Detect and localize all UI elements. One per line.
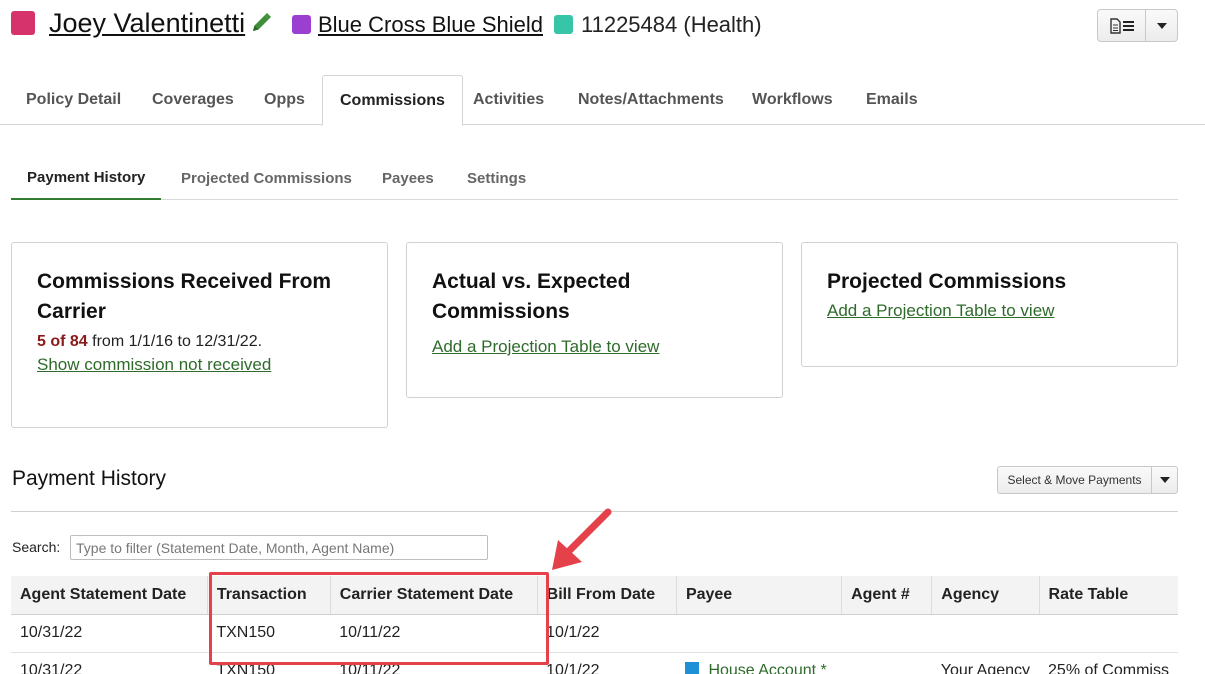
commissions-received-card: Commissions Received From Carrier 5 of 8… — [11, 242, 388, 428]
policy-actions-button-group — [1097, 9, 1178, 42]
agent-number-cell — [841, 652, 932, 674]
agent-statement-date-cell: 10/31/22 — [11, 652, 208, 674]
bill-from-date-cell: 10/1/22 — [537, 652, 677, 674]
received-count: 5 of 84 — [37, 333, 88, 350]
received-range: from 1/1/16 to 12/31/22. — [92, 333, 263, 350]
tab-coverages[interactable]: Coverages — [152, 75, 234, 125]
highlight-box — [209, 572, 549, 665]
annotation-arrow-icon — [552, 508, 612, 570]
received-summary: 5 of 84 from 1/1/16 to 12/31/22. — [37, 333, 362, 351]
pencil-icon[interactable] — [248, 10, 274, 36]
actions-dropdown-button[interactable] — [1146, 10, 1177, 41]
column-header[interactable]: Payee — [676, 576, 843, 615]
show-not-received-link[interactable]: Show commission not received — [37, 355, 271, 375]
payment-history-title: Payment History — [12, 467, 167, 490]
bill-from-date-cell: 10/1/22 — [537, 614, 677, 653]
select-move-payments-button[interactable]: Select & Move Payments — [998, 467, 1152, 493]
projected-commissions-card: Projected Commissions Add a Projection T… — [801, 242, 1178, 367]
card-title: Commissions Received From Carrier — [37, 270, 332, 323]
column-header[interactable]: Agent Statement Date — [11, 576, 208, 615]
tab-workflows[interactable]: Workflows — [752, 75, 833, 125]
select-move-payments-group: Select & Move Payments — [997, 466, 1178, 494]
payee-cell: House Account * — [676, 652, 842, 674]
table-row[interactable]: 10/31/22 TXN150 10/11/22 10/1/22 — [11, 614, 1178, 653]
policy-header: Joey Valentinetti Blue Cross Blue Shield… — [0, 0, 1205, 60]
agency-cell — [931, 614, 1040, 653]
tab-emails[interactable]: Emails — [866, 75, 918, 125]
caret-down-icon — [1159, 477, 1170, 483]
tab-policy-detail[interactable]: Policy Detail — [26, 75, 121, 125]
subtab-payment-history[interactable]: Payment History — [11, 157, 162, 200]
agency-cell: Your Agency — [931, 652, 1040, 674]
column-header[interactable]: Bill From Date — [537, 576, 677, 615]
caret-down-icon — [1156, 22, 1167, 29]
document-list-icon — [1109, 17, 1134, 34]
tab-opps[interactable]: Opps — [264, 75, 305, 125]
tab-notes-attachments[interactable]: Notes/Attachments — [578, 75, 724, 125]
payee-cell — [676, 614, 842, 653]
payee-link[interactable]: House Account * — [708, 662, 826, 674]
client-name-link[interactable]: Joey Valentinetti — [49, 8, 245, 39]
policy-color-badge — [554, 15, 573, 34]
actual-vs-expected-card: Actual vs. Expected Commissions Add a Pr… — [406, 242, 783, 398]
agent-number-cell — [841, 614, 932, 653]
policy-tabs: Policy Detail Coverages Opps Commissions… — [0, 75, 1205, 126]
rate-table-cell — [1039, 614, 1178, 653]
select-move-dropdown-button[interactable] — [1152, 467, 1177, 493]
subtab-payees[interactable]: Payees — [382, 157, 434, 199]
table-row[interactable]: 10/31/22 TXN150 10/11/22 10/1/22 House A… — [11, 652, 1178, 674]
carrier-link[interactable]: Blue Cross Blue Shield — [318, 12, 543, 38]
add-projection-table-link[interactable]: Add a Projection Table to view — [432, 337, 659, 357]
payee-color-badge — [685, 662, 700, 674]
policy-number: 11225484 (Health) — [581, 12, 762, 37]
card-title: Projected Commissions — [827, 270, 1067, 293]
actions-menu-button[interactable] — [1098, 10, 1146, 41]
column-header[interactable]: Agent # — [841, 576, 933, 615]
card-title: Actual vs. Expected Commissions — [432, 270, 631, 323]
table-header-row: Agent Statement Date Transaction Carrier… — [11, 576, 1178, 615]
subtab-projected-commissions[interactable]: Projected Commissions — [181, 157, 352, 199]
tab-activities[interactable]: Activities — [473, 75, 544, 125]
search-input[interactable] — [70, 535, 488, 560]
carrier-color-badge — [292, 15, 311, 34]
column-header[interactable]: Agency — [931, 576, 1040, 615]
commissions-subtabs: Payment History Projected Commissions Pa… — [11, 157, 1178, 200]
agent-statement-date-cell: 10/31/22 — [11, 614, 208, 653]
rate-table-cell: 25% of Commiss — [1039, 652, 1178, 674]
tab-commissions[interactable]: Commissions — [322, 75, 463, 126]
column-header[interactable]: Rate Table — [1039, 576, 1178, 615]
search-label: Search: — [12, 539, 61, 555]
subtab-settings[interactable]: Settings — [467, 157, 526, 199]
add-projection-table-link[interactable]: Add a Projection Table to view — [827, 301, 1054, 321]
client-color-badge — [11, 11, 35, 35]
payment-history-table: Agent Statement Date Transaction Carrier… — [11, 576, 1178, 674]
